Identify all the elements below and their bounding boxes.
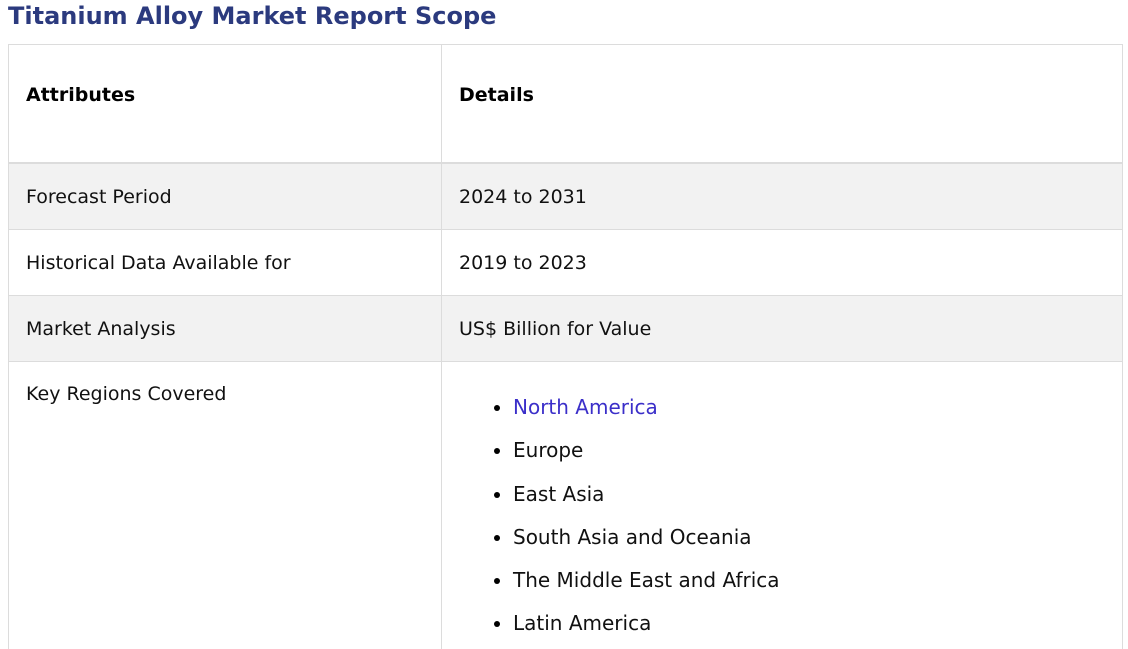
list-item: Latin America: [513, 602, 1122, 645]
header-details: Details: [441, 44, 1123, 164]
regions-label: Key Regions Covered: [26, 383, 227, 405]
table-row-regions: Key Regions Covered North America Europe…: [8, 361, 1123, 649]
table-row: Market Analysis US$ Billion for Value: [8, 295, 1123, 362]
list-item: South Asia and Oceania: [513, 516, 1122, 559]
attribute-cell: Historical Data Available for: [8, 229, 442, 296]
region-link-north-america[interactable]: North America: [513, 395, 658, 419]
attribute-cell: Key Regions Covered: [8, 361, 442, 649]
region-item: Latin America: [513, 611, 652, 636]
detail-cell: US$ Billion for Value: [441, 295, 1123, 362]
region-list: North America Europe East Asia South Asi…: [459, 363, 1122, 646]
table-row: Historical Data Available for 2019 to 20…: [8, 229, 1123, 296]
detail-cell: 2024 to 2031: [441, 162, 1123, 230]
report-scope-table: Attributes Details Forecast Period 2024 …: [8, 44, 1123, 649]
page: Titanium Alloy Market Report Scope Attri…: [0, 0, 1128, 649]
detail-cell: 2019 to 2023: [441, 229, 1123, 296]
region-item: Europe: [513, 438, 584, 463]
region-item: South Asia and Oceania: [513, 524, 752, 549]
region-item: The Middle East and Africa: [513, 568, 780, 593]
list-item: The Middle East and Africa: [513, 559, 1122, 602]
table-row: Forecast Period 2024 to 2031: [8, 162, 1123, 230]
attribute-cell: Forecast Period: [8, 162, 442, 230]
list-item: Europe: [513, 429, 1122, 472]
page-title: Titanium Alloy Market Report Scope: [8, 2, 497, 30]
table-header-row: Attributes Details: [8, 44, 1123, 164]
attribute-cell: Market Analysis: [8, 295, 442, 362]
regions-cell: North America Europe East Asia South Asi…: [441, 361, 1123, 649]
list-item: North America: [513, 386, 1122, 429]
list-item: East Asia: [513, 473, 1122, 516]
header-attributes: Attributes: [8, 44, 442, 164]
region-item: East Asia: [513, 481, 605, 506]
